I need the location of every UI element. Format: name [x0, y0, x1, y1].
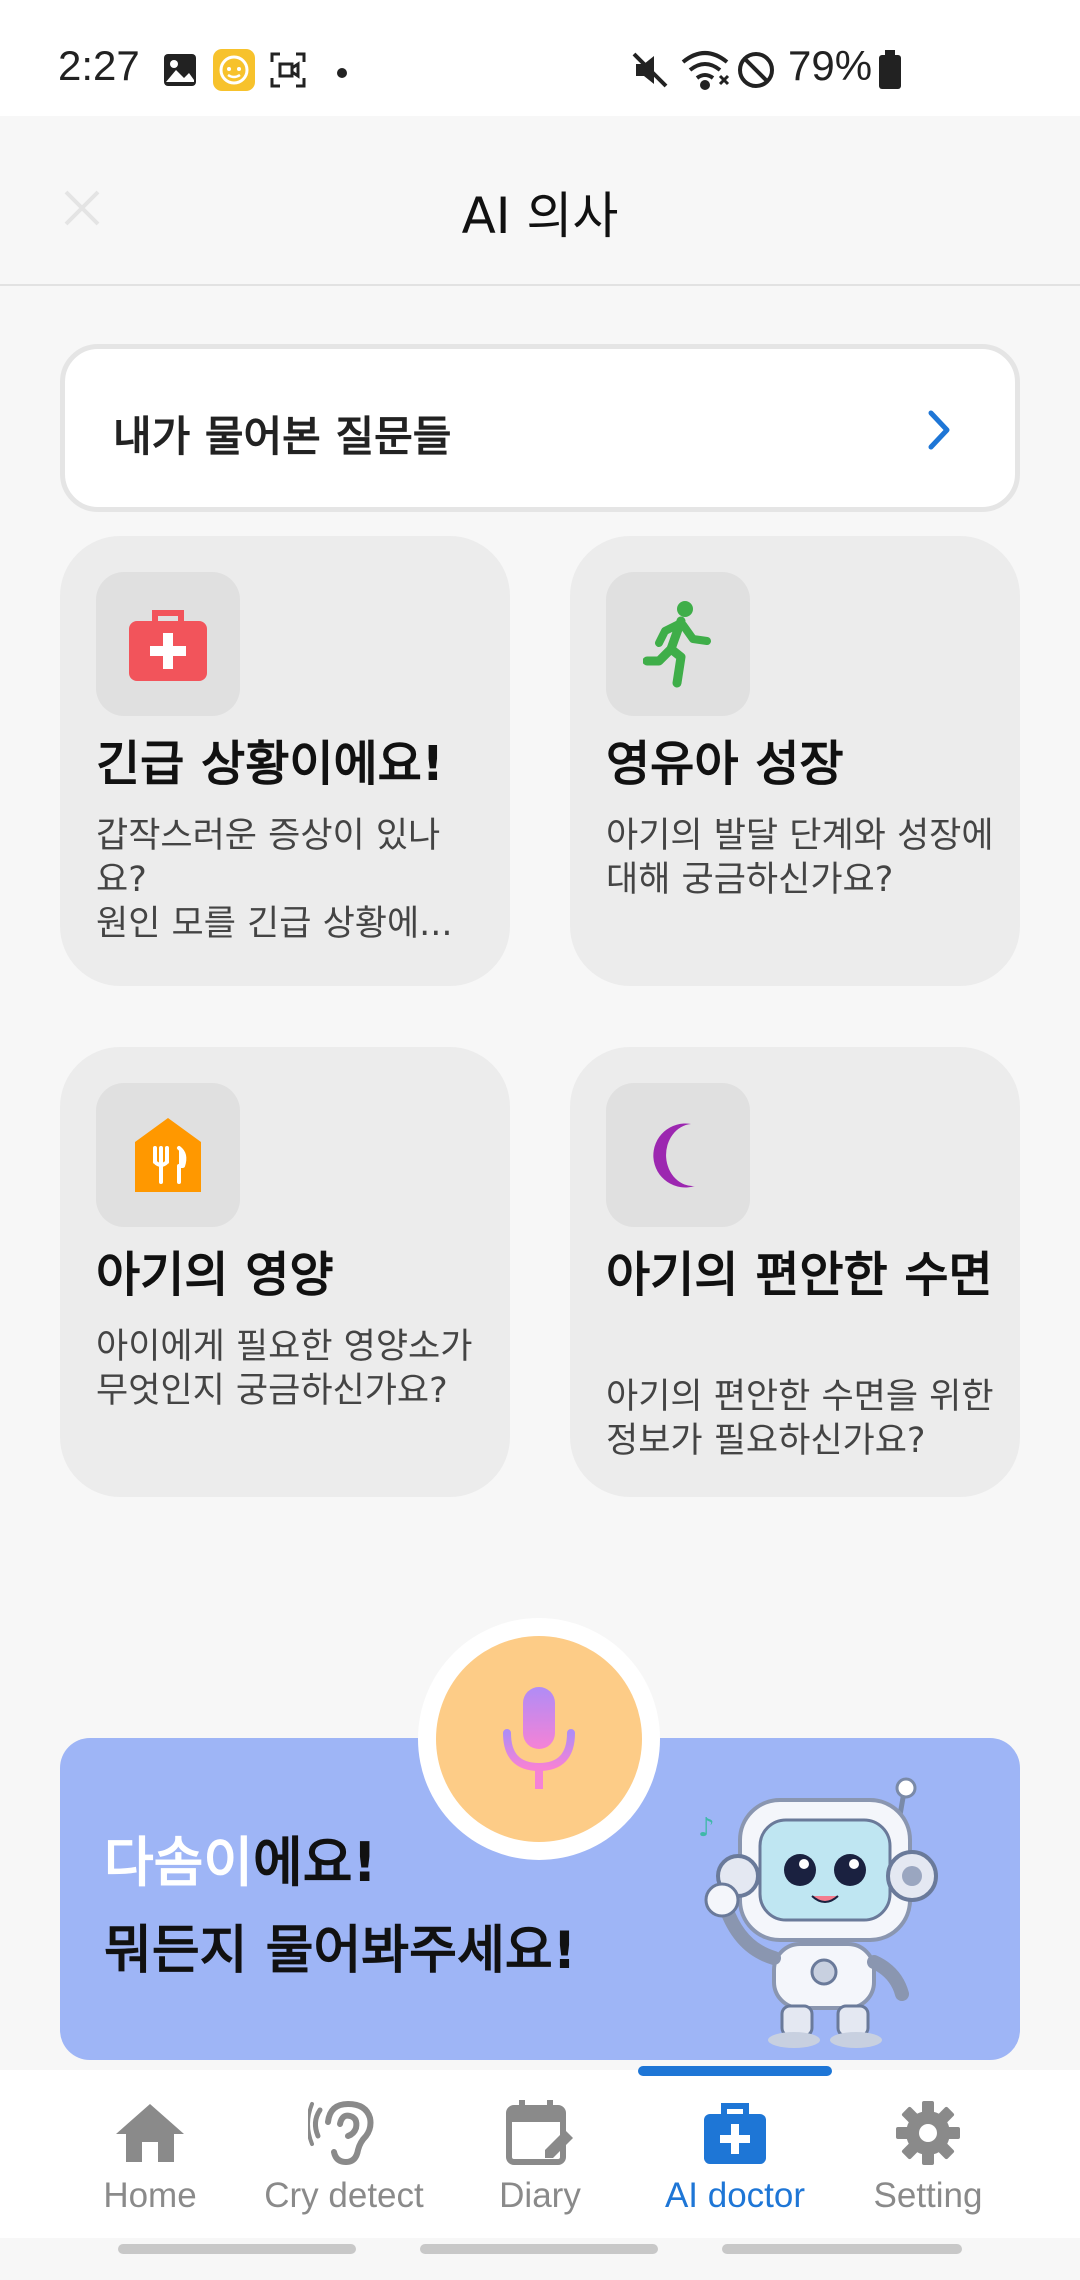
- baby-app-icon: [212, 48, 256, 96]
- topic-title: 긴급 상황이에요!: [96, 736, 444, 792]
- gesture-bar: [722, 2244, 962, 2254]
- nav-label: Cry detect: [264, 2176, 424, 2215]
- microphone-button[interactable]: [436, 1636, 642, 1842]
- gear-icon: [895, 2100, 961, 2170]
- topic-description: 아이에게 필요한 영양소가 무엇인지 궁금하신가요?: [96, 1327, 473, 1411]
- running-person-icon: [606, 572, 750, 716]
- ear-icon: [306, 2100, 380, 2172]
- status-time: 2:27: [58, 42, 140, 89]
- battery-percentage: 79%: [788, 42, 873, 89]
- topic-description: 아기의 편안한 수면을 위한 정보가 필요하신가요?: [606, 1377, 994, 1461]
- topic-title: 아기의 편안한 수면: [606, 1247, 993, 1303]
- my-questions-label: 내가 물어본 질문들: [113, 412, 452, 461]
- robot-mascot: ♪: [690, 1758, 950, 2052]
- assistant-greeting: 다솜이에요!: [104, 1818, 377, 1897]
- wifi-icon: [680, 48, 730, 94]
- my-questions-button[interactable]: 내가 물어본 질문들: [60, 344, 1020, 512]
- gallery-icon: [162, 52, 198, 92]
- topic-card-emergency[interactable]: 긴급 상황이에요! 갑작스러운 증상이 있나요? 원인 모를 긴급 상황에...: [60, 536, 510, 986]
- moon-icon: [606, 1083, 750, 1227]
- microphone-icon: [479, 1677, 599, 1801]
- nav-label: AI doctor: [664, 2176, 806, 2215]
- page-title: AI 의사: [461, 187, 619, 245]
- topic-title: 영유아 성장: [606, 736, 844, 792]
- calendar-edit-icon: [505, 2100, 575, 2170]
- gesture-bar: [118, 2244, 356, 2254]
- topic-card-growth[interactable]: 영유아 성장 아기의 발달 단계와 성장에 대해 궁금하신가요?: [570, 536, 1020, 986]
- svg-text:♪: ♪: [698, 1813, 715, 1843]
- nav-label: Home: [103, 2176, 197, 2215]
- nav-home[interactable]: Home: [42, 2070, 258, 2238]
- assistant-prompt: 뭐든지 물어봐주세요!: [104, 1921, 577, 1981]
- chevron-right-icon: [925, 407, 955, 457]
- nav-setting[interactable]: Setting: [820, 2070, 1036, 2238]
- bottom-navigation: Home Cry detect Diary AI doctor Setting: [0, 2070, 1080, 2238]
- topic-card-nutrition[interactable]: 아기의 영양 아이에게 필요한 영양소가 무엇인지 궁금하신가요?: [60, 1047, 510, 1497]
- restaurant-icon: [96, 1083, 240, 1227]
- screen-record-icon: [270, 52, 306, 92]
- topic-title: 아기의 영양: [96, 1247, 334, 1303]
- topic-card-sleep[interactable]: 아기의 편안한 수면 아기의 편안한 수면을 위한 정보가 필요하신가요?: [570, 1047, 1020, 1497]
- mute-icon: [630, 50, 670, 94]
- greeting-suffix: 에요!: [253, 1831, 378, 1894]
- nav-diary[interactable]: Diary: [432, 2070, 648, 2238]
- assistant-name: 다솜이: [104, 1831, 254, 1894]
- do-not-disturb-icon: [736, 50, 776, 94]
- topic-description: 갑작스러운 증상이 있나요? 원인 모를 긴급 상황에...: [96, 816, 453, 944]
- nav-ai-doctor[interactable]: AI doctor: [627, 2070, 843, 2238]
- battery-icon: [878, 50, 902, 94]
- nav-cry-detect[interactable]: Cry detect: [236, 2070, 452, 2238]
- home-icon: [114, 2100, 186, 2168]
- app-header: AI 의사: [0, 116, 1080, 286]
- active-tab-indicator: [638, 2066, 832, 2076]
- nav-label: Setting: [873, 2176, 983, 2215]
- gesture-bar: [420, 2244, 658, 2254]
- medical-bag-icon: [702, 2100, 768, 2170]
- status-bar: 2:27 79%: [0, 0, 1080, 116]
- dot-icon: [336, 64, 348, 83]
- topic-description: 아기의 발달 단계와 성장에 대해 궁금하신가요?: [606, 816, 994, 900]
- first-aid-kit-icon: [96, 572, 240, 716]
- nav-label: Diary: [499, 2176, 581, 2215]
